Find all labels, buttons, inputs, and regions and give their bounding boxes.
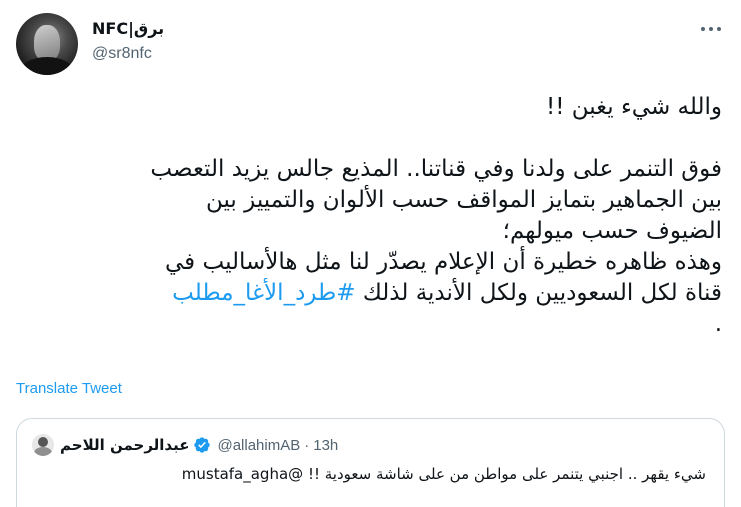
quoted-author-name[interactable]: عبدالرحمن اللاحم <box>60 436 189 454</box>
tweet-line-spacer <box>14 123 722 154</box>
tweet-line: وهذه ظاهره خطيرة أن الإعلام يصدّر لنا مث… <box>165 249 722 275</box>
quoted-avatar-head <box>38 437 48 447</box>
tweet-text: والله شيء يغبن !! فوق التنمر على ولدنا و… <box>14 92 722 340</box>
quoted-author-avatar[interactable] <box>32 434 54 456</box>
tweet-trailing: . <box>714 311 722 337</box>
quoted-tweet-time[interactable]: 13h <box>313 437 338 454</box>
quoted-avatar-body <box>34 447 52 456</box>
avatar-face <box>34 25 60 61</box>
tweet: NFC|برق @sr8nfc والله شيء يغبن !! فوق ال… <box>0 0 741 507</box>
tweet-line: والله شيء يغبن !! <box>545 94 722 120</box>
separator-dot: · <box>304 436 310 454</box>
quoted-tweet-card[interactable]: عبدالرحمن اللاحم @allahimAB · 13h شيء يق… <box>16 418 725 507</box>
tweet-line: فوق التنمر على ولدنا وفي قناتنا.. المذيع… <box>150 156 722 182</box>
quoted-tweet-text: شيء يقهر .. اجنبي يتنمر على مواطن من على… <box>181 465 706 483</box>
avatar-shoulders <box>20 57 74 75</box>
translate-tweet-link[interactable]: Translate Tweet <box>16 380 122 397</box>
quoted-tweet-header: عبدالرحمن اللاحم @allahimAB · 13h <box>32 433 338 457</box>
more-options-icon[interactable] <box>701 24 721 34</box>
tweet-line-with-hashtag: قناة لكل السعوديين ولكل الأندية لذلك #طر… <box>14 278 722 309</box>
quoted-author-handle[interactable]: @allahimAB <box>217 437 300 454</box>
tweet-line: بين الجماهير بتمايز المواقف حسب الألوان … <box>205 187 722 213</box>
tweet-line: الضيوف حسب ميولهم؛ <box>502 218 722 244</box>
author-avatar[interactable] <box>16 13 78 75</box>
author-handle[interactable]: @sr8nfc <box>92 45 152 63</box>
author-display-name[interactable]: NFC|برق <box>92 19 164 38</box>
verified-badge-icon <box>194 437 211 453</box>
tweet-line-text: قناة لكل السعوديين ولكل الأندية لذلك <box>355 280 722 306</box>
hashtag-link[interactable]: #طرد_الأغا_مطلب <box>172 280 355 306</box>
